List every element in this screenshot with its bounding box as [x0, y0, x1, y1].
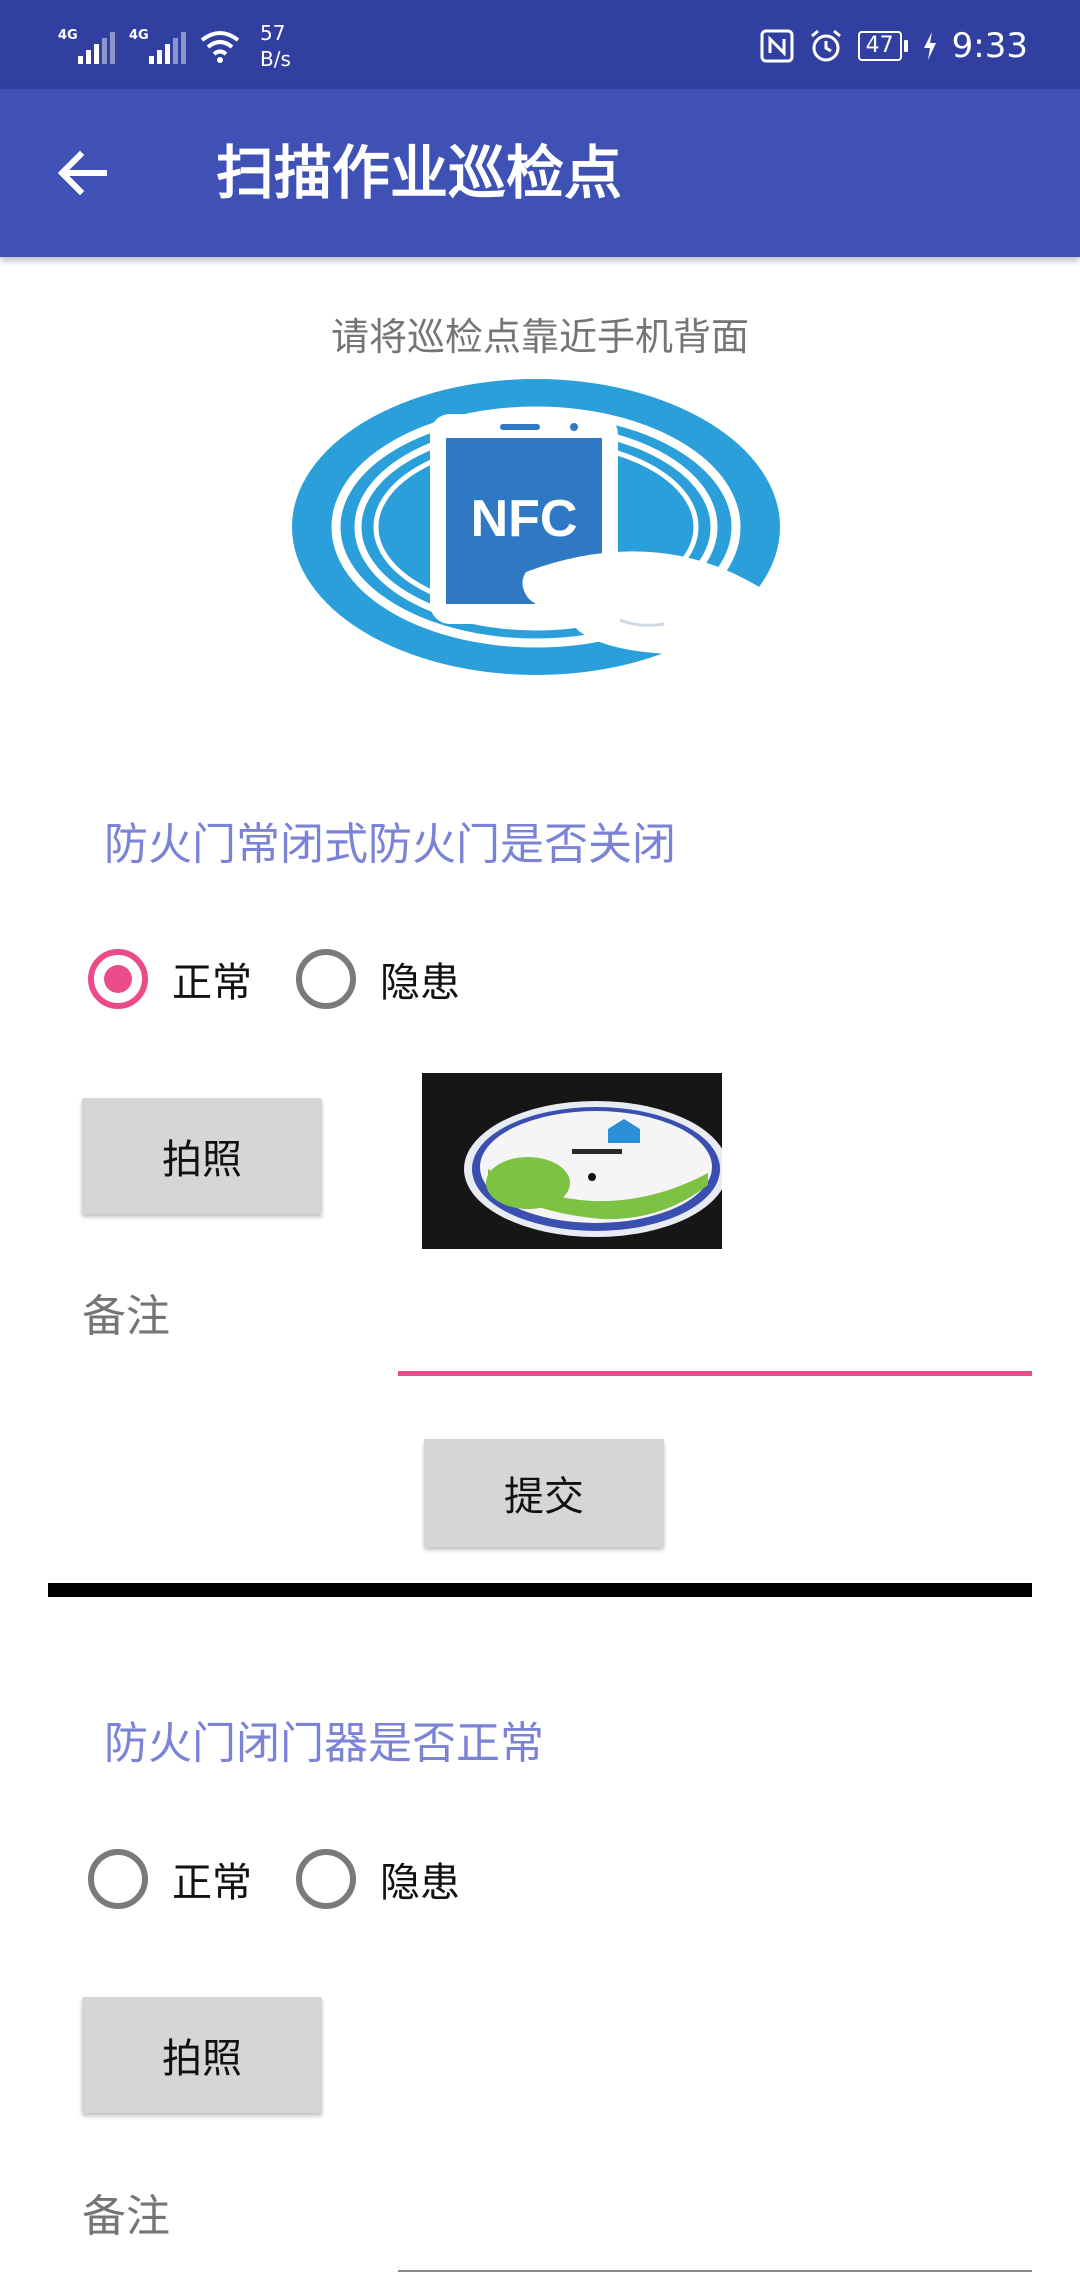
battery-icon: 47 — [857, 31, 908, 61]
radio-normal-1[interactable]: 正常 — [88, 949, 252, 1009]
radio-button-checked[interactable] — [88, 949, 148, 1009]
radio-label: 隐患 — [380, 1860, 460, 1906]
signal-icon: 4G — [58, 28, 115, 64]
radio-button[interactable] — [88, 1849, 148, 1909]
question-2: 防火门闭门器是否正常 — [104, 1718, 544, 1769]
clock: 9:33 — [951, 26, 1028, 66]
radio-label: 正常 — [172, 1860, 252, 1906]
radio-group-1: 正常 隐患 — [88, 946, 504, 1012]
take-photo-button-1[interactable]: 拍照 — [82, 1098, 322, 1214]
radio-label: 正常 — [172, 960, 252, 1006]
submit-button[interactable]: 提交 — [424, 1439, 664, 1547]
network-speed: 57 B/s — [260, 20, 291, 72]
note-input-2[interactable] — [398, 2212, 1032, 2272]
radio-hazard-1[interactable]: 隐患 — [296, 949, 460, 1009]
battery-level: 47 — [857, 31, 902, 61]
radio-button[interactable] — [296, 949, 356, 1009]
note-label-2: 备注 — [82, 2191, 170, 2242]
input-underline — [398, 2270, 1032, 2272]
section-divider — [48, 1583, 1032, 1597]
nfc-illustration: NFC — [292, 379, 780, 675]
charging-icon — [923, 32, 936, 60]
network-type-label: 4G — [129, 28, 149, 43]
app-bar: 扫描作业巡检点 — [0, 89, 1080, 257]
wifi-icon — [200, 31, 240, 63]
photo-thumbnail[interactable] — [422, 1073, 722, 1249]
alarm-icon — [810, 29, 841, 62]
status-bar: 4G 4G 57 B/s 47 9:33 — [0, 0, 1080, 89]
speed-value: 57 — [260, 21, 286, 45]
radio-group-2: 正常 隐患 — [88, 1846, 504, 1912]
nfc-text: NFC — [471, 490, 578, 548]
radio-button[interactable] — [296, 1849, 356, 1909]
speed-unit: B/s — [260, 47, 291, 71]
status-right: 47 9:33 — [760, 18, 1028, 74]
radio-hazard-2[interactable]: 隐患 — [296, 1849, 460, 1909]
page-title: 扫描作业巡检点 — [216, 139, 623, 207]
nfc-icon — [760, 29, 794, 63]
arrow-back-icon — [57, 150, 107, 196]
network-type-label: 4G — [58, 28, 78, 43]
note-label-1: 备注 — [82, 1291, 170, 1342]
take-photo-button-2[interactable]: 拍照 — [82, 1997, 322, 2113]
signal-icon: 4G — [129, 28, 186, 64]
input-underline-focused — [398, 1371, 1032, 1376]
scan-hint: 请将巡检点靠近手机背面 — [330, 315, 749, 359]
note-input-1[interactable] — [398, 1316, 1032, 1376]
radio-label: 隐患 — [380, 960, 460, 1006]
radio-normal-2[interactable]: 正常 — [88, 1849, 252, 1909]
back-button[interactable] — [44, 135, 120, 211]
status-left: 4G 4G 57 B/s — [58, 18, 291, 74]
question-1: 防火门常闭式防火门是否关闭 — [104, 819, 676, 870]
